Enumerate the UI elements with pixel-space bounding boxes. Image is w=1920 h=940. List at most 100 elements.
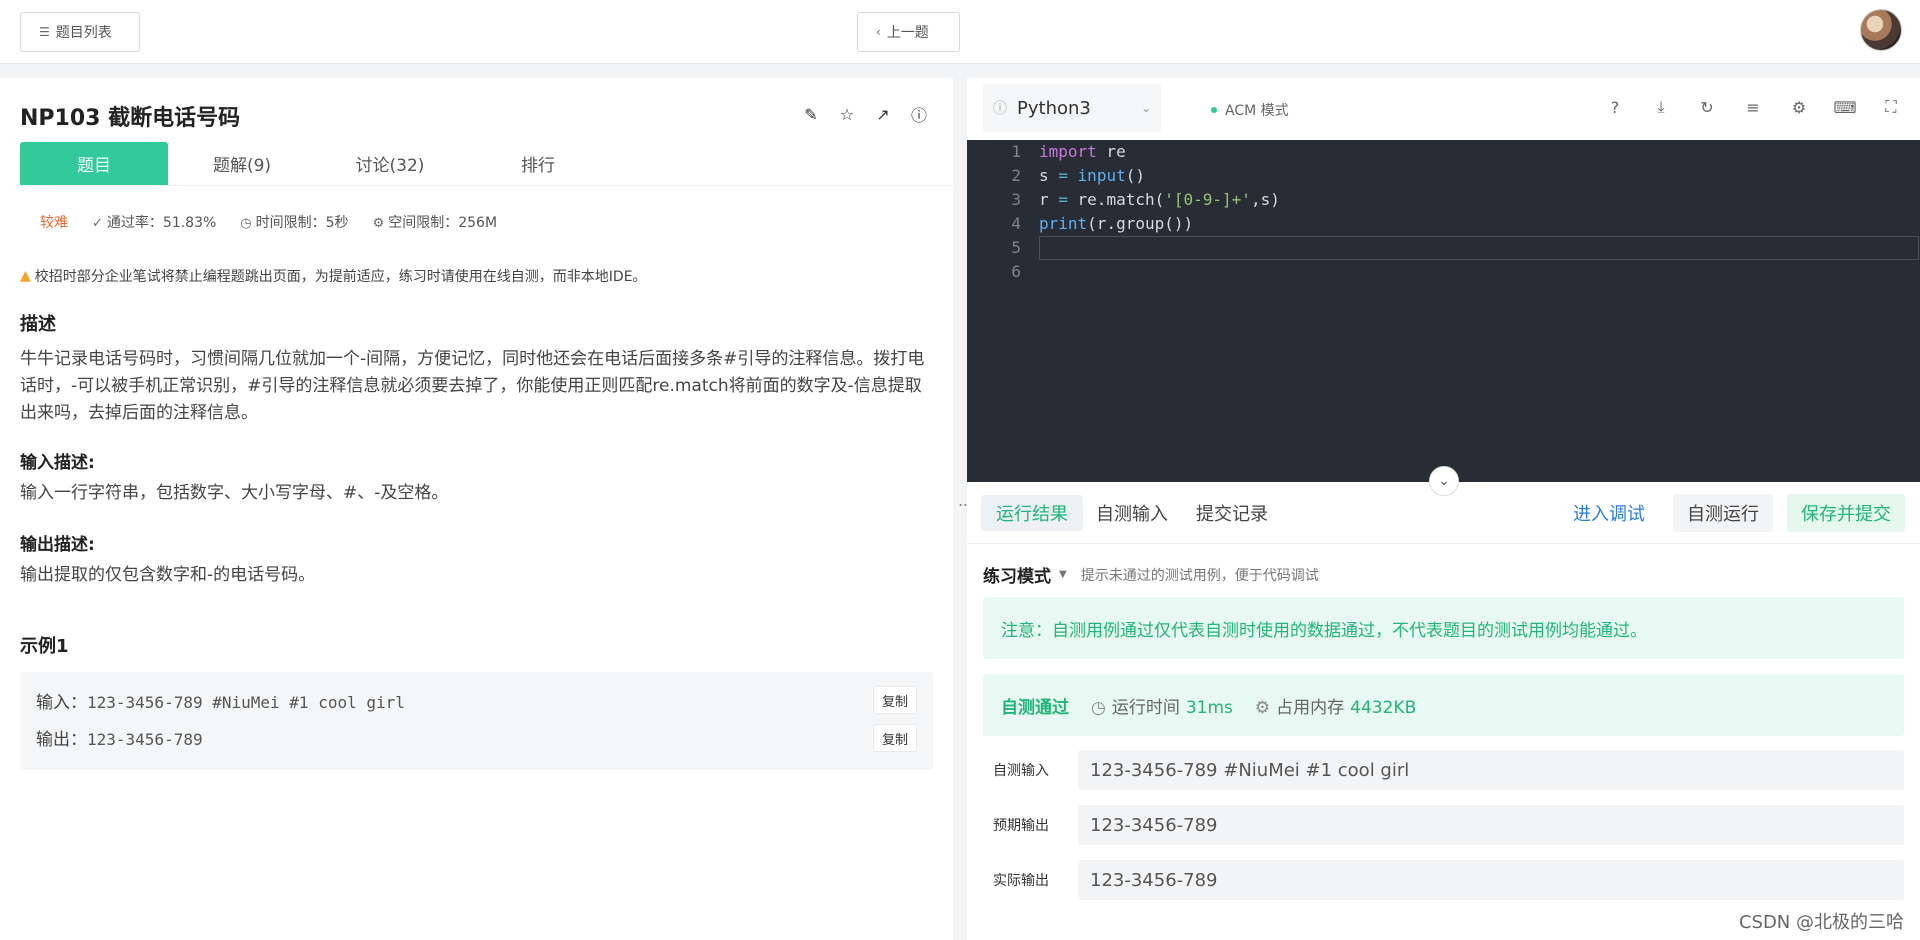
result-summary: 自测通过 ◷ 运行时间 31ms ⚙ 占用内存 4432KB [983, 674, 1904, 736]
top-bar: ☰ 题目列表 ‹ 上一题 [0, 0, 1920, 64]
check-circle-icon: ✓ [92, 216, 103, 231]
language-select[interactable]: ⓘ Python3 ⌄ [983, 84, 1161, 132]
description-text: 牛牛记录电话号码时，习惯间隔几位就加一个-间隔，方便记忆，同时他还会在电话后面接… [20, 349, 925, 423]
tab-discussion[interactable]: 讨论(32) [316, 142, 464, 185]
tab-solutions[interactable]: 题解(9) [168, 142, 316, 185]
code-text: s = input() [1039, 166, 1145, 185]
fullscreen-icon[interactable]: ⛶ [1880, 96, 1902, 118]
description-heading: 描述 [20, 314, 56, 335]
prev-problem-button[interactable]: ‹ 上一题 [857, 12, 960, 52]
chip-icon: ⚙ [372, 216, 385, 231]
reset-icon[interactable]: ↻ [1696, 96, 1718, 118]
custom-input-label: 自测输入 [993, 763, 1049, 779]
example-output: 输出：123-3456-789 [36, 725, 203, 750]
clock-icon: ◷ [1091, 697, 1106, 718]
star-icon[interactable]: ☆ [837, 104, 857, 124]
acm-mode: ACM 模式 [1211, 100, 1289, 120]
expected-output-value: 123-3456-789 [1078, 805, 1904, 845]
practice-mode[interactable]: 练习模式 ▼ 提示未通过的测试用例，便于代码调试 [983, 562, 1319, 587]
status-dot-icon [1211, 107, 1217, 113]
time-limit: ◷ 时间限制：5秒 [240, 212, 348, 232]
input-text: 输入一行字符串，包括数字、大小写字母、#、-及空格。 [20, 483, 449, 503]
clock-icon: ◷ [240, 216, 252, 231]
warning-icon: ▲ [20, 268, 31, 284]
space-limit: ⚙ 空间限制：256M [373, 212, 497, 232]
practice-mode-title: 练习模式 [983, 567, 1051, 587]
code-line: 1 import re [967, 140, 1920, 164]
example-input-value: 123-3456-789 #NiuMei #1 cool girl [87, 693, 405, 712]
warning-text: 校招时部分企业笔试将禁止编程题跳出页面，为提前适应，练习时请使用在线自测，而非本… [34, 269, 647, 285]
custom-input-value: 123-3456-789 #NiuMei #1 cool girl [1078, 750, 1904, 790]
line-number: 3 [1011, 190, 1021, 209]
share-icon[interactable]: ↗ [873, 104, 893, 124]
debug-button[interactable]: 进入调试 [1559, 494, 1659, 532]
space-limit-text: 空间限制：256M [388, 215, 498, 231]
problem-tabs: 题目 题解(9) 讨论(32) 排行 [20, 142, 953, 186]
memory-value: 4432KB [1350, 697, 1417, 718]
time-limit-text: 时间限制：5秒 [255, 215, 349, 231]
example-output-value: 123-3456-789 [87, 730, 203, 749]
run-button[interactable]: 自测运行 [1673, 494, 1773, 532]
acm-mode-label: ACM 模式 [1225, 103, 1289, 119]
line-number: 5 [1011, 238, 1021, 257]
example-box: 输入：123-3456-789 #NiuMei #1 cool girl 复制 … [20, 672, 933, 770]
output-text: 输出提取的仅包含数字和-的电话号码。 [20, 565, 316, 585]
download-icon[interactable]: ⤓ [1650, 96, 1672, 118]
editor-toolbar: ⓘ Python3 ⌄ ACM 模式 ? ⤓ ↻ ≡ ⚙ ⌨ ⛶ [967, 78, 1920, 140]
test-notice: 注意：自测用例通过仅代表自测时使用的数据通过，不代表题目的测试用例均能通过。 [983, 597, 1904, 659]
info-icon[interactable]: ⓘ [909, 104, 929, 125]
chevron-left-icon: ‹ [876, 25, 881, 39]
memory: ⚙ 占用内存 4432KB [1255, 693, 1416, 718]
warning-notice: ▲ 校招时部分企业笔试将禁止编程题跳出页面，为提前适应，练习时请使用在线自测，而… [20, 266, 647, 286]
copy-output-button[interactable]: 复制 [873, 724, 917, 752]
code-line: 4 print(r.group()) [967, 212, 1920, 236]
example-input: 输入：123-3456-789 #NiuMei #1 cool girl [36, 688, 405, 713]
editor-tools: ? ⤓ ↻ ≡ ⚙ ⌨ ⛶ [1604, 96, 1902, 118]
copy-input-button[interactable]: 复制 [873, 686, 917, 714]
actual-output-value: 123-3456-789 [1078, 860, 1904, 900]
line-number: 6 [1011, 262, 1021, 281]
code-text: r = re.match('[0-9-]+',s) [1039, 190, 1280, 209]
current-line-highlight [1039, 236, 1919, 260]
problem-meta: 较难 ✓ 通过率：51.83% ◷ 时间限制：5秒 ⚙ 空间限制：256M [40, 212, 497, 232]
tab-ranking[interactable]: 排行 [464, 142, 612, 185]
edit-icon[interactable]: ✎ [801, 104, 821, 124]
keyboard-icon[interactable]: ⌨ [1833, 96, 1856, 118]
tab-submissions[interactable]: 提交记录 [1181, 495, 1283, 531]
runtime-label: 运行时间 [1111, 697, 1180, 718]
code-line: 2 s = input() [967, 164, 1920, 188]
code-line: 3 r = re.match('[0-9-]+',s) [967, 188, 1920, 212]
tab-problem[interactable]: 题目 [20, 142, 168, 185]
code-text: print(r.group()) [1039, 214, 1194, 233]
problem-panel: NP103 截断电话号码 ✎ ☆ ↗ ⓘ 题目 题解(9) 讨论(32) 排行 … [0, 78, 953, 940]
custom-input-row: 自测输入 123-3456-789 #NiuMei #1 cool girl [983, 750, 1904, 790]
line-number: 2 [1011, 166, 1021, 185]
expected-output-label: 预期输出 [993, 818, 1049, 834]
caret-down-icon: ▼ [1059, 569, 1067, 580]
settings-icon[interactable]: ⚙ [1788, 96, 1810, 118]
input-heading: 输入描述: [20, 453, 95, 473]
output-heading: 输出描述: [20, 535, 95, 555]
problem-title: NP103 截断电话号码 [20, 106, 241, 131]
code-editor[interactable]: 1 import re 2 s = input() 3 r = re.match… [967, 140, 1920, 482]
tab-custom-input[interactable]: 自测输入 [1081, 495, 1183, 531]
prev-problem-label: 上一题 [886, 25, 929, 41]
line-number: 4 [1011, 214, 1021, 233]
example-heading: 示例1 [20, 636, 69, 657]
panel-resizer[interactable]: ⋮ [953, 78, 973, 940]
language-label: Python3 [1017, 97, 1091, 119]
chip-icon: ⚙ [1254, 697, 1271, 718]
list-icon: ☰ [39, 25, 50, 39]
problem-list-button[interactable]: ☰ 题目列表 [20, 12, 140, 52]
help-icon[interactable]: ? [1604, 96, 1626, 118]
actual-output-row: 实际输出 123-3456-789 [983, 860, 1904, 900]
info-icon: ⓘ [993, 101, 1007, 117]
tab-run-result[interactable]: 运行结果 [981, 495, 1083, 531]
editor-panel: ⓘ Python3 ⌄ ACM 模式 ? ⤓ ↻ ≡ ⚙ ⌨ ⛶ 1 impor… [967, 78, 1920, 940]
submit-button[interactable]: 保存并提交 [1787, 494, 1905, 532]
status-badge: 自测通过 [1001, 697, 1069, 718]
expected-output-row: 预期输出 123-3456-789 [983, 805, 1904, 845]
format-icon[interactable]: ≡ [1742, 96, 1764, 118]
avatar[interactable] [1860, 9, 1902, 51]
code-line: 6 [967, 260, 1920, 284]
